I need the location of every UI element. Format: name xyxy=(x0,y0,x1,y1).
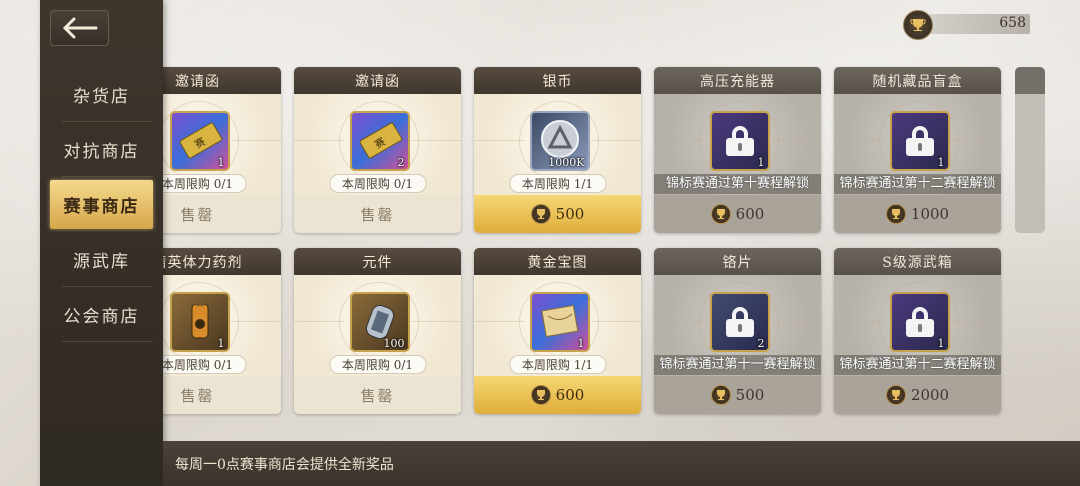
ticket-icon: 赛 1 xyxy=(169,111,230,171)
nav-item-general-store[interactable]: 杂货店 xyxy=(40,70,163,122)
trophy-icon xyxy=(530,204,551,224)
unlock-condition: 锦标赛通过第十二赛程解锁 xyxy=(834,355,1001,375)
nav-item-pvp-shop[interactable]: 对抗商店 xyxy=(40,125,163,177)
item-title: S级源武箱 xyxy=(834,248,1001,275)
currency-value: 658 xyxy=(999,15,1026,31)
purchase-limit: 本周限购 0/1 xyxy=(148,355,247,374)
item-title: 随机藏品盲盒 xyxy=(834,67,1001,94)
potion-icon: 1 xyxy=(169,292,230,352)
price-value: 600 xyxy=(555,386,585,404)
price-value: 500 xyxy=(555,205,585,223)
back-button[interactable] xyxy=(50,10,109,46)
arrow-left-icon xyxy=(62,17,97,39)
unlock-condition: 锦标赛通过第十赛程解锁 xyxy=(654,174,821,194)
footer-notice: 每周一0点赛事商店会提供全新奖品 xyxy=(163,441,1080,486)
currency-display: 658 xyxy=(903,10,1030,40)
shop-item-card-locked[interactable]: 随机藏品盲盒 1 锦标赛通过第十二赛程解锁 1000 xyxy=(834,67,1001,233)
footer-text: 每周一0点赛事商店会提供全新奖品 xyxy=(175,456,394,473)
price-value: 2000 xyxy=(910,386,950,404)
price-label: 2000 xyxy=(834,376,1001,414)
nav-item-armory[interactable]: 源武库 xyxy=(40,235,163,287)
shop-item-card[interactable]: 元件 100 本周限购 0/1 售罄 xyxy=(294,248,461,414)
trophy-icon xyxy=(710,204,731,224)
price-button[interactable]: 600 xyxy=(474,376,641,414)
shop-item-card-locked[interactable]: S级源武箱 1 锦标赛通过第十二赛程解锁 2000 xyxy=(834,248,1001,414)
trophy-icon xyxy=(903,10,933,40)
ticket-icon: 赛 2 xyxy=(349,111,410,171)
shop-item-card-locked[interactable]: 铬片 2 锦标赛通过第十一赛程解锁 500 xyxy=(654,248,821,414)
price-value: 1000 xyxy=(910,205,950,223)
unlock-condition: 锦标赛通过第十一赛程解锁 xyxy=(654,355,821,375)
purchase-limit: 本周限购 0/1 xyxy=(148,174,247,193)
price-label: 500 xyxy=(654,376,821,414)
shop-item-card-locked[interactable]: 高压充能器 1 锦标赛通过第十赛程解锁 600 xyxy=(654,67,821,233)
item-icon: 1 xyxy=(889,292,950,352)
item-title: 高压充能器 xyxy=(654,67,821,94)
trophy-icon xyxy=(530,385,551,405)
nav-item-guild-shop[interactable]: 公会商店 xyxy=(40,290,163,342)
unlock-condition: 锦标赛通过第十二赛程解锁 xyxy=(834,174,1001,194)
purchase-limit: 本周限购 0/1 xyxy=(328,355,427,374)
item-title: 元件 xyxy=(294,248,461,275)
shop-item-card[interactable]: 银币 1000K 本周限购 1/1 500 xyxy=(474,67,641,233)
shop-nav: 杂货店 对抗商店 赛事商店 源武库 公会商店 xyxy=(40,70,163,345)
price-label: 600 xyxy=(654,195,821,233)
sold-out-label: 售罄 xyxy=(294,376,461,414)
purchase-limit: 本周限购 1/1 xyxy=(508,174,607,193)
item-title: 银币 xyxy=(474,67,641,94)
silver-coin-icon: 1000K xyxy=(529,111,590,171)
price-label: 1000 xyxy=(834,195,1001,233)
trophy-icon xyxy=(710,385,731,405)
item-icon: 1 xyxy=(889,111,950,171)
shop-item-card[interactable]: 邀请函 赛 2 本周限购 0/1 售罄 xyxy=(294,67,461,233)
purchase-limit: 本周限购 1/1 xyxy=(508,355,607,374)
nav-item-tournament-shop[interactable]: 赛事商店 xyxy=(50,180,153,229)
sold-out-label: 售罄 xyxy=(294,195,461,233)
price-value: 600 xyxy=(735,205,765,223)
price-button[interactable]: 500 xyxy=(474,195,641,233)
shop-item-card[interactable]: 黄金宝图 1 本周限购 1/1 600 xyxy=(474,248,641,414)
item-icon: 1 xyxy=(709,111,770,171)
item-title: 黄金宝图 xyxy=(474,248,641,275)
trophy-icon xyxy=(885,385,906,405)
item-title: 铬片 xyxy=(654,248,821,275)
capsule-icon: 100 xyxy=(349,292,410,352)
purchase-limit: 本周限购 0/1 xyxy=(328,174,427,193)
shop-item-card-partial[interactable] xyxy=(1015,67,1045,233)
treasure-map-icon: 1 xyxy=(529,292,590,352)
item-title: 邀请函 xyxy=(294,67,461,94)
item-icon: 2 xyxy=(709,292,770,352)
price-value: 500 xyxy=(735,386,765,404)
trophy-icon xyxy=(885,204,906,224)
